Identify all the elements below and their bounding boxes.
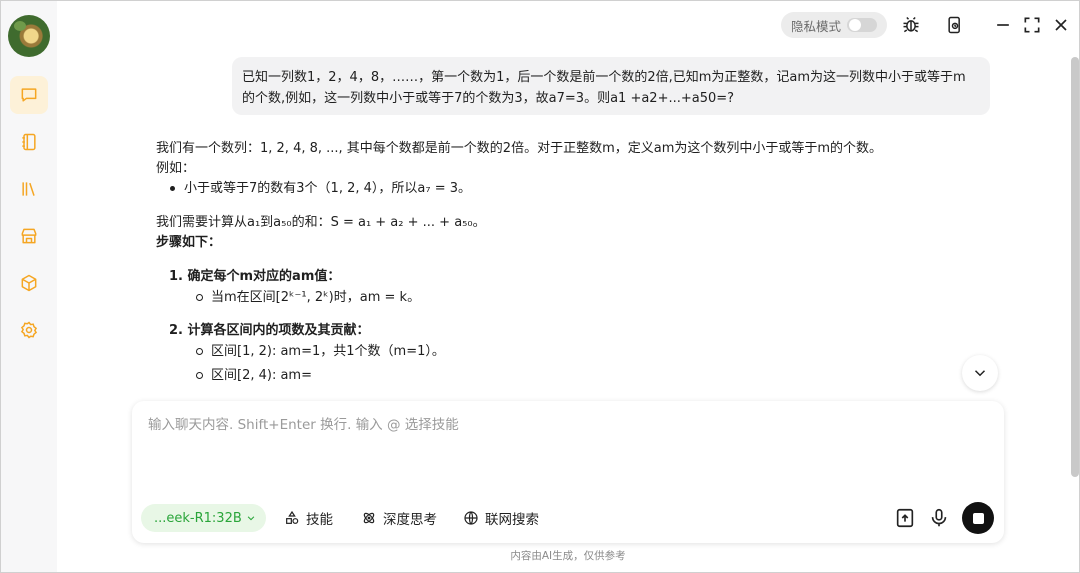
user-message: 已知一列数1，2，4，8，……，第一个数为1，后一个数是前一个数的2倍,已知m为… [232,57,990,115]
answer-paragraph: 我们有一个数列：1, 2, 4, 8, ..., 其中每个数都是前一个数的2倍。… [156,141,883,156]
deep-think-label: 深度思考 [383,512,437,528]
avatar[interactable] [8,15,50,57]
maximize-button[interactable] [1019,12,1045,38]
steps-heading: 步骤如下： [156,235,222,250]
sidebar-item-models[interactable] [10,264,48,302]
globe-icon [464,511,478,525]
close-icon [1055,19,1067,31]
cube-icon [21,274,37,292]
upload-file-icon [896,508,914,528]
toggle-switch[interactable] [847,18,877,32]
step-title-text: 确定每个m对应的am值： [187,269,341,284]
sidebar [1,1,57,572]
voice-input-button[interactable] [923,502,955,534]
chevron-down-icon [247,516,255,521]
user-message-line: 的个数,例如，这一列数中小于或等于7的个数为3，故a7=3。则a1 +a2+..… [242,91,735,106]
answer-paragraph: 我们需要计算从a₁到a₅₀的和：S = a₁ + a₂ + ... + a₅₀。 [156,215,486,230]
stop-icon [972,512,984,524]
web-search-button[interactable]: 联网搜索 [463,504,539,532]
ai-disclaimer: 内容由AI生成，仅供参考 [510,550,626,562]
chat-input[interactable] [148,413,988,437]
private-mode-label: 隐私模式 [791,18,842,34]
gear-icon [20,321,38,339]
notebook-icon [22,133,36,151]
web-search-label: 联网搜索 [485,512,539,528]
skills-label: 技能 [306,512,333,528]
model-selector[interactable]: ...eek-R1:32B [141,504,266,532]
atom-icon [363,512,375,524]
private-mode-toggle[interactable]: 隐私模式 [781,12,887,38]
deep-think-button[interactable]: 深度思考 [361,504,437,532]
bug-icon [903,16,919,33]
step-title-text: 计算各区间内的项数及其贡献： [187,323,370,338]
microphone-icon [931,508,947,527]
list-item-text: 小于或等于7的数有3个（1, 2, 4），所以a₇ = 3。 [184,181,471,196]
shapes-icon [286,510,299,524]
list-item-text: 区间[2, 4): am= [211,368,312,383]
list-item-text: 当m在区间[2ᵏ⁻¹, 2ᵏ)时，am = k。 [211,290,421,305]
fullscreen-icon [1024,17,1040,33]
chevron-down-icon [974,370,986,377]
sidebar-item-notebook[interactable] [10,123,48,161]
close-button[interactable] [1048,12,1074,38]
chat-icon [21,88,37,102]
history-button[interactable] [942,12,968,38]
bullet-dot [170,186,175,191]
list-item: 小于或等于7的数有3个（1, 2, 4），所以a₇ = 3。 [170,179,471,199]
app-window: 隐私模式 已知一列数1，2，4，8，……，第一个数为1，后一个数是前一个数的2倍… [0,0,1080,573]
chat-scrollbar[interactable] [1071,57,1079,477]
bullet-circle [196,372,203,379]
composer: ...eek-R1:32B 技能 深度思考 联网搜索 [132,401,1004,543]
sidebar-item-settings[interactable] [10,311,48,349]
sidebar-item-library[interactable] [10,170,48,208]
library-icon [22,182,35,196]
step-title: 1. 确定每个m对应的am值： [169,267,340,287]
upload-button[interactable] [889,502,921,534]
step-title: 2. 计算各区间内的项数及其贡献： [169,321,370,341]
user-message-line: 已知一列数1，2，4，8，……，第一个数为1，后一个数是前一个数的2倍,已知m为… [242,70,966,85]
store-icon [21,228,37,244]
list-item: 区间[1, 2): am=1，共1个数（m=1）。 [196,342,445,362]
list-item: 区间[2, 4): am= [196,366,312,386]
model-label: ...eek-R1:32B [154,510,242,526]
sidebar-item-store[interactable] [10,217,48,255]
scroll-to-bottom-button[interactable] [962,355,998,391]
list-item-text: 区间[1, 2): am=1，共1个数（m=1）。 [211,344,445,359]
stop-generation-button[interactable] [962,502,994,534]
step-number: 2. [169,323,183,338]
answer-paragraph: 例如： [156,161,196,176]
debug-button[interactable] [898,12,924,38]
list-item: 当m在区间[2ᵏ⁻¹, 2ᵏ)时，am = k。 [196,288,420,308]
skills-button[interactable]: 技能 [284,504,333,532]
history-icon [948,16,960,34]
sidebar-item-chat[interactable] [10,76,48,114]
minimize-button[interactable] [990,12,1016,38]
bullet-circle [196,294,203,301]
minimize-icon [997,24,1009,26]
bullet-circle [196,348,203,355]
step-number: 1. [169,269,183,284]
